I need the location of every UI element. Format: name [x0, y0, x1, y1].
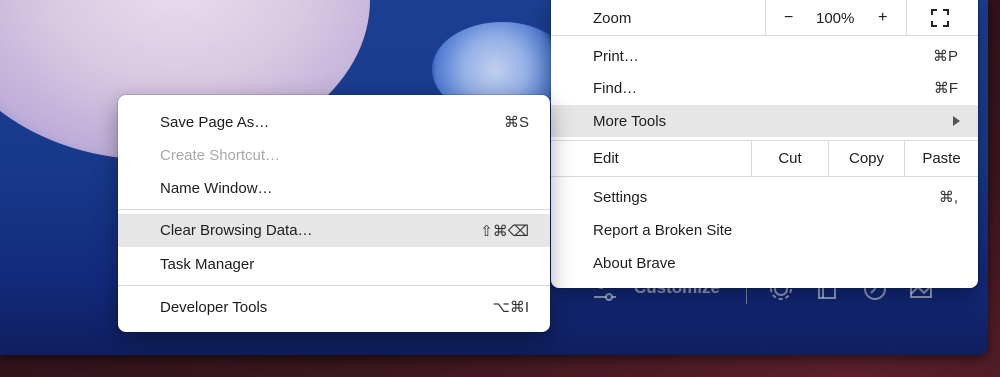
copy-label: Copy: [848, 150, 885, 167]
cut-label: Cut: [778, 150, 802, 167]
submenu-arrow-icon: [953, 116, 960, 126]
zoom-row: Zoom − 100% +: [551, 0, 978, 36]
task-manager-label: Task Manager: [160, 255, 255, 273]
settings-label: Settings: [593, 188, 648, 206]
edit-label: Edit: [593, 150, 619, 167]
zoom-level: 100%: [816, 9, 855, 27]
find-shortcut: ⌘F: [933, 80, 958, 97]
paste-label: Paste: [922, 150, 961, 167]
menu-item-settings[interactable]: Settings ⌘,: [551, 181, 978, 213]
menu-item-task-manager[interactable]: Task Manager: [118, 248, 550, 280]
find-label: Find…: [593, 79, 638, 97]
menu-item-developer-tools[interactable]: Developer Tools ⌥⌘I: [118, 291, 550, 323]
clear-data-label: Clear Browsing Data…: [160, 222, 313, 239]
zoom-in-button[interactable]: +: [878, 9, 887, 27]
menu-item-clear-browsing-data[interactable]: Clear Browsing Data… ⇧⌘⌫: [118, 214, 550, 247]
menu-item-find[interactable]: Find… ⌘F: [551, 72, 978, 104]
menu-separator: [118, 209, 550, 210]
menu-item-more-tools[interactable]: More Tools: [551, 105, 978, 137]
clear-data-shortcut: ⇧⌘⌫: [480, 222, 529, 240]
about-label: About Brave: [593, 254, 676, 272]
paste-button[interactable]: Paste: [904, 141, 978, 176]
zoom-out-button[interactable]: −: [784, 9, 793, 27]
report-label: Report a Broken Site: [593, 221, 733, 239]
menu-item-save-page-as[interactable]: Save Page As… ⌘S: [118, 106, 550, 138]
name-window-label: Name Window…: [160, 179, 273, 197]
more-tools-submenu: Save Page As… ⌘S Create Shortcut… Name W…: [118, 95, 550, 332]
cut-button[interactable]: Cut: [751, 141, 828, 176]
dev-tools-label: Developer Tools: [160, 298, 268, 316]
menu-separator: [551, 35, 978, 36]
print-label: Print…: [593, 47, 639, 65]
dev-tools-shortcut: ⌥⌘I: [492, 299, 529, 316]
copy-button[interactable]: Copy: [828, 141, 904, 176]
zoom-label: Zoom: [593, 9, 632, 27]
menu-item-about-brave[interactable]: About Brave: [551, 247, 978, 279]
zoom-controls: − 100% +: [765, 0, 907, 36]
menu-separator: [118, 285, 550, 286]
create-shortcut-label: Create Shortcut…: [160, 146, 281, 164]
settings-shortcut: ⌘,: [938, 189, 958, 206]
menu-item-create-shortcut: Create Shortcut…: [118, 139, 550, 171]
menu-separator: [551, 176, 978, 177]
fullscreen-icon[interactable]: [931, 9, 949, 27]
menu-item-report-broken-site[interactable]: Report a Broken Site: [551, 214, 978, 246]
menu-item-name-window[interactable]: Name Window…: [118, 172, 550, 204]
browser-main-menu: Zoom − 100% + Print… ⌘P Find… ⌘F More To…: [551, 0, 978, 288]
more-tools-label: More Tools: [593, 112, 667, 130]
print-shortcut: ⌘P: [932, 48, 958, 65]
save-page-label: Save Page As…: [160, 113, 270, 131]
edit-row: Edit Cut Copy Paste: [551, 141, 978, 176]
menu-item-print[interactable]: Print… ⌘P: [551, 40, 978, 72]
save-page-shortcut: ⌘S: [503, 114, 529, 131]
